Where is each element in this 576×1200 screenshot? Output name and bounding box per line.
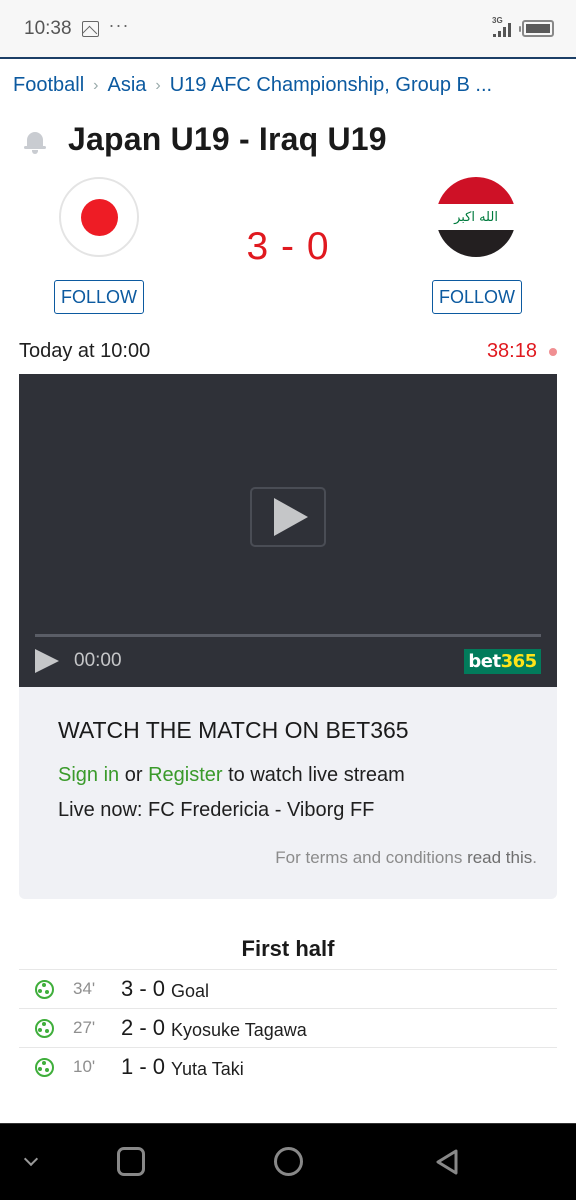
follow-home-button[interactable]: FOLLOW xyxy=(54,280,144,314)
back-button[interactable] xyxy=(434,1148,462,1176)
status-bar: 10:38 ··· 3G xyxy=(0,0,576,59)
system-nav-bar xyxy=(0,1123,576,1200)
bet365-promo-card: WATCH THE MATCH ON BET365 Sign in or Reg… xyxy=(19,687,557,899)
battery-icon xyxy=(519,20,554,37)
play-control-icon[interactable] xyxy=(35,649,59,673)
bet365-logo-text: bet xyxy=(468,651,501,672)
page-title: Japan U19 - Iraq U19 xyxy=(68,121,387,157)
match-header: Japan U19 - Iraq U19 xyxy=(24,121,387,158)
play-icon xyxy=(274,498,308,536)
signal-icon: 3G xyxy=(492,15,514,39)
bet365-logo[interactable]: bet 365 xyxy=(464,649,541,674)
list-item: 10' 1 - 0 Yuta Taki xyxy=(19,1047,557,1086)
live-clock: 38:18 xyxy=(487,340,557,363)
breadcrumb: Football › Asia › U19 AFC Championship, … xyxy=(13,74,492,97)
more-notifications-icon: ··· xyxy=(108,15,130,35)
breadcrumb-asia[interactable]: Asia xyxy=(107,74,146,97)
video-player[interactable]: 00:00 bet 365 xyxy=(19,374,557,687)
live-indicator-icon xyxy=(549,347,557,356)
promo-title: WATCH THE MATCH ON BET365 xyxy=(58,717,409,743)
chevron-down-icon[interactable] xyxy=(23,1151,39,1167)
event-minute: 34' xyxy=(73,979,96,998)
live-clock-value: 38:18 xyxy=(486,340,537,362)
terms-prefix: For terms and conditions xyxy=(275,848,468,867)
goal-ball-icon xyxy=(35,979,54,999)
bet365-logo-number: 365 xyxy=(500,651,538,672)
terms-line: For terms and conditions read this. xyxy=(275,848,537,868)
follow-away-button[interactable]: FOLLOW xyxy=(432,280,522,314)
iraq-flag-text: الله اكبر xyxy=(436,203,516,231)
match-time-row: Today at 10:00 38:18 xyxy=(19,340,557,363)
breadcrumb-football[interactable]: Football xyxy=(13,74,84,97)
image-notification-icon xyxy=(81,20,99,37)
event-score: 1 - 0 xyxy=(121,1054,166,1079)
video-current-time: 00:00 xyxy=(74,650,122,671)
register-link[interactable]: Register xyxy=(148,764,222,786)
list-item: 34' 3 - 0 Goal xyxy=(19,969,557,1008)
live-now-text: Live now: FC Fredericia - Viborg FF xyxy=(58,799,375,821)
status-indicators: 3G xyxy=(492,15,554,39)
promo-or-text: or xyxy=(119,764,149,786)
network-type: 3G xyxy=(492,15,503,25)
event-player: Kyosuke Tagawa xyxy=(171,1019,307,1040)
list-item: 27' 2 - 0 Kyosuke Tagawa xyxy=(19,1008,557,1047)
section-title-first-half: First half xyxy=(241,936,335,961)
iraq-flag[interactable]: الله اكبر xyxy=(436,177,516,257)
breadcrumb-competition[interactable]: U19 AFC Championship, Group B ... xyxy=(170,74,492,97)
chevron-right-icon: › xyxy=(93,76,99,94)
event-minute: 10' xyxy=(73,1057,96,1076)
terms-suffix: . xyxy=(532,848,537,867)
chevron-right-icon: › xyxy=(155,76,161,94)
event-minute: 27' xyxy=(73,1018,96,1037)
goal-ball-icon xyxy=(35,1057,54,1077)
event-player: Yuta Taki xyxy=(171,1058,244,1079)
home-button[interactable] xyxy=(274,1147,303,1176)
terms-link[interactable]: read this xyxy=(467,848,532,867)
goal-ball-icon xyxy=(35,1018,54,1038)
recent-apps-button[interactable] xyxy=(117,1147,145,1176)
event-player: Goal xyxy=(171,980,210,1001)
promo-suffix-text: to watch live stream xyxy=(222,764,405,786)
status-time: 10:38 xyxy=(24,17,72,39)
play-button[interactable] xyxy=(250,487,326,547)
promo-signin-line: Sign in or Register to watch live stream xyxy=(58,764,518,787)
event-list: 34' 3 - 0 Goal 27' 2 - 0 Kyosuke Tagawa … xyxy=(19,969,557,1086)
video-progress-bar[interactable] xyxy=(35,634,541,637)
sign-in-link[interactable]: Sign in xyxy=(58,764,119,786)
event-score: 2 - 0 xyxy=(121,1015,166,1040)
bell-icon[interactable] xyxy=(24,130,46,154)
kickoff-time: Today at 10:00 xyxy=(19,340,151,362)
event-score: 3 - 0 xyxy=(121,976,166,1001)
